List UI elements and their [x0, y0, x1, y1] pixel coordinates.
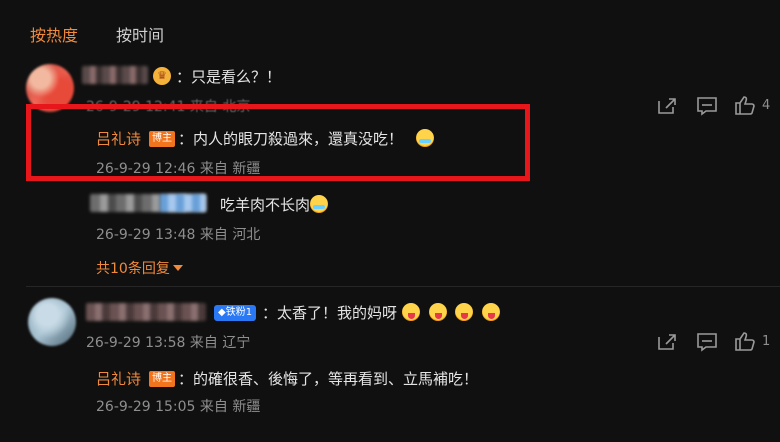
comment-icon[interactable]: [696, 332, 718, 352]
reply-text: ：内人的眼刀殺過來，還真没吃！: [178, 128, 434, 149]
share-icon[interactable]: [656, 332, 678, 352]
tongue-emoji-icon: [428, 303, 447, 321]
like-icon[interactable]: [734, 95, 756, 115]
comment-location: 来自 辽宁: [189, 335, 251, 351]
reply-text-content: ：内人的眼刀殺過來，還真没吃！: [178, 130, 404, 148]
like-count: 1: [762, 334, 771, 349]
host-badge: 博主: [149, 131, 175, 147]
sort-tabs: 按热度 按时间: [30, 22, 202, 46]
share-icon[interactable]: [656, 96, 678, 116]
comment-icon[interactable]: [696, 96, 718, 116]
reply-location: 来自 新疆: [199, 399, 261, 415]
comment-time: 26-9-29 13:58: [86, 335, 186, 351]
host-badge: 博主: [149, 371, 175, 387]
fan-badge: ◆铁粉1: [214, 305, 257, 321]
comment-text-content: ：太香了！我的妈呀: [262, 304, 398, 322]
username-redacted[interactable]: [86, 303, 206, 321]
fan-badge-label: 铁粉1: [225, 307, 253, 318]
reply-meta: 26-9-29 13:48 来自 河北: [96, 224, 260, 244]
comment-text: ：只是看么？！: [176, 68, 282, 86]
comment-text: ：太香了！我的妈呀: [262, 302, 501, 323]
avatar[interactable]: [28, 298, 76, 346]
crown-icon: ♛: [153, 67, 171, 85]
cry-laugh-emoji-icon: [415, 129, 434, 147]
divider: [26, 286, 780, 287]
reply-time: 26-9-29 15:05: [96, 399, 196, 415]
tongue-emoji-icon: [455, 303, 474, 321]
more-replies-label: 共10条回复: [96, 261, 170, 277]
tongue-emoji-icon: [482, 303, 501, 321]
reply-time: 26-9-29 12:46: [96, 161, 196, 177]
reply-author[interactable]: 吕礼诗: [96, 368, 141, 389]
tab-by-hot[interactable]: 按热度: [30, 22, 78, 46]
reply-meta: 26-9-29 15:05 来自 新疆: [96, 396, 260, 416]
diamond-icon: ◆: [218, 307, 226, 318]
reply-author[interactable]: 吕礼诗: [96, 128, 141, 149]
cry-laugh-emoji-icon: [310, 195, 329, 213]
reply-text-content: 吃羊肉不长肉: [220, 196, 311, 214]
tab-by-time[interactable]: 按时间: [116, 22, 164, 46]
caret-down-icon: [172, 265, 183, 271]
reply-time: 26-9-29 13:48: [96, 227, 196, 243]
username-redacted[interactable]: [82, 66, 148, 84]
reply-location: 来自 河北: [199, 227, 261, 243]
badge-redacted: [160, 194, 206, 212]
more-replies-link[interactable]: 共10条回复: [96, 258, 183, 278]
comment-meta: 26-9-29 13:58 来自 辽宁: [86, 332, 250, 352]
reply-text: ：的確很香、後悔了，等再看到、立馬補吃！: [178, 370, 479, 388]
reply-text: 吃羊肉不长肉: [220, 194, 329, 215]
like-count: 4: [762, 98, 771, 113]
reply-location: 来自 新疆: [199, 161, 261, 177]
reply-meta: 26-9-29 12:46 来自 新疆: [96, 158, 260, 178]
tongue-emoji-icon: [401, 303, 420, 321]
like-icon[interactable]: [734, 331, 756, 351]
